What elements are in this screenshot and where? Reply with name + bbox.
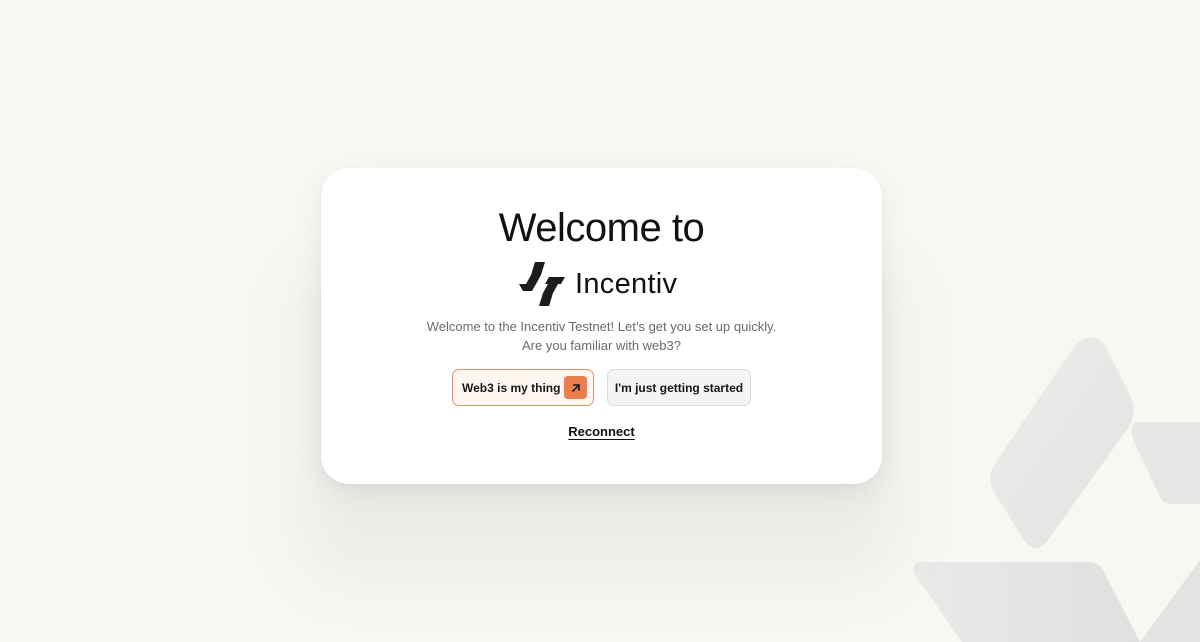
brand-logo: Incentiv [519,262,677,306]
brand-name: Incentiv [575,268,678,300]
getting-started-button[interactable]: I'm just getting started [607,369,751,406]
bg-shape-corner [1140,560,1200,642]
bg-shape-bottom [913,562,1140,642]
welcome-subtitle: Welcome to the Incentiv Testnet! Let’s g… [321,317,882,355]
page: Welcome to Incentiv Welcome to the Incen… [0,0,1200,642]
welcome-card: Welcome to Incentiv Welcome to the Incen… [321,168,882,484]
subtitle-line-2: Are you familiar with web3? [522,338,681,353]
web3-button-label: Web3 is my thing [462,380,561,395]
reconnect-link[interactable]: Reconnect [321,424,882,439]
subtitle-line-1: Welcome to the Incentiv Testnet! Let’s g… [426,319,777,334]
welcome-title: Welcome to [498,206,705,250]
bg-shape-diagonal [990,337,1134,548]
experience-choice-buttons: Web3 is my thing I'm just getting starte… [452,369,751,406]
web3-experienced-button[interactable]: Web3 is my thing [452,369,594,406]
arrow-up-right-icon [564,376,587,399]
bg-shape-right [1131,422,1200,504]
incentiv-logo-icon [519,262,565,306]
